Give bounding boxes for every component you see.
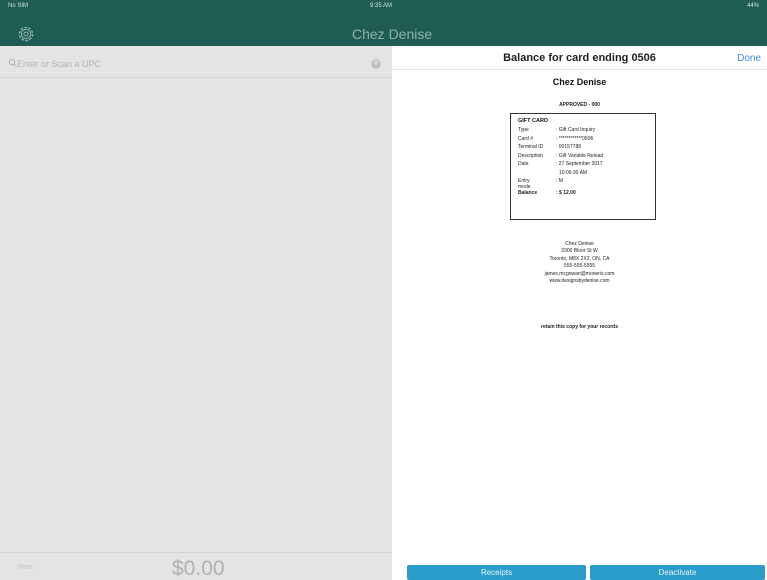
done-button[interactable]: Done: [737, 53, 761, 64]
address-line: james.mcgowan@moneris.com: [544, 270, 615, 277]
deactivate-button[interactable]: Deactivate: [590, 565, 765, 580]
product-pane: Enter or Scan a UPC ✕ More $0.00: [0, 46, 392, 580]
battery-label: 44%: [746, 3, 759, 9]
row-value: : M: [556, 178, 563, 184]
row-value: : Gift Card Inquiry: [556, 127, 596, 133]
row-label: Date: [518, 161, 529, 167]
address-line: 555-555-5555: [563, 263, 596, 270]
sheet-header: Balance for card ending 0506 Done: [392, 46, 767, 70]
cart-total: $0.00: [172, 557, 225, 580]
row-label: Terminal ID: [518, 144, 544, 150]
address-line: Toronto, M8X 2X2, ON, CA: [549, 255, 610, 262]
receipt-row: Card # : ************0506: [518, 136, 648, 145]
receipt-row: Date : 27 September 2017: [518, 161, 648, 170]
row-label: Description: [518, 152, 544, 159]
pos-app-screen: No SIM 9:35 AM 44% Chez Denise Enter or …: [0, 0, 767, 580]
row-value: : $ 12.00: [556, 190, 576, 196]
clear-icon[interactable]: ✕: [371, 59, 381, 69]
balance-sheet: Balance for card ending 0506 Done Chez D…: [392, 46, 767, 580]
receipt-row: Type : Gift Card Inquiry: [518, 127, 648, 136]
merchant-address: Chez Denise 3300 Bloor St W Toronto, M8X…: [392, 241, 767, 285]
card-heading: GIFT CARD: [518, 118, 548, 124]
address-line: Chez Denise: [565, 241, 594, 247]
gift-card-details: GIFT CARD Type : Gift Card Inquiry Card …: [510, 113, 656, 220]
row-value: : 27 September 2017: [556, 161, 603, 167]
sheet-title: Balance for card ending 0506: [503, 52, 656, 64]
address-line: 3300 Bloor St W: [561, 248, 598, 255]
row-label: Type: [518, 127, 529, 133]
upc-search-bar[interactable]: Enter or Scan a UPC ✕: [0, 50, 392, 78]
receipt-footer-note: retain this copy for your records: [541, 324, 618, 330]
receipt-merchant: Chez Denise: [552, 77, 607, 87]
top-nav-bar: No SIM 9:35 AM 44% Chez Denise: [0, 0, 767, 46]
receipt-status: APPROVED - 000: [559, 102, 600, 108]
carrier-label: No SIM: [8, 3, 29, 9]
receipt-row: Balance : $ 12.00: [518, 190, 648, 199]
search-input[interactable]: Enter or Scan a UPC: [17, 59, 101, 69]
more-button[interactable]: More: [17, 564, 33, 571]
receipt-row: Entry mode : M: [518, 178, 648, 190]
row-value: 10:06:30 AM: [559, 169, 588, 176]
receipts-button[interactable]: Receipts: [407, 565, 586, 580]
status-bar: No SIM 9:35 AM 44%: [0, 0, 767, 14]
receipt-row: 10:06:30 AM: [518, 170, 648, 179]
row-value: : Gift Variable Reload: [556, 152, 604, 159]
row-label: Card #: [518, 135, 534, 142]
address-line: www.designsbydenise.com: [549, 278, 610, 285]
nav-title: Chez Denise: [352, 26, 433, 42]
gear-icon[interactable]: [16, 24, 36, 44]
row-label: Balance: [518, 190, 538, 196]
row-value: : ************0506: [556, 135, 594, 142]
cart-footer: More $0.00: [0, 552, 392, 580]
row-value: : 00157788: [556, 144, 582, 150]
clock-label: 9:35 AM: [370, 3, 393, 9]
row-label: Entry mode: [518, 178, 531, 190]
receipt-row: Description : Gift Variable Reload: [518, 153, 648, 162]
receipt-row: Terminal ID : 00157788: [518, 144, 648, 153]
